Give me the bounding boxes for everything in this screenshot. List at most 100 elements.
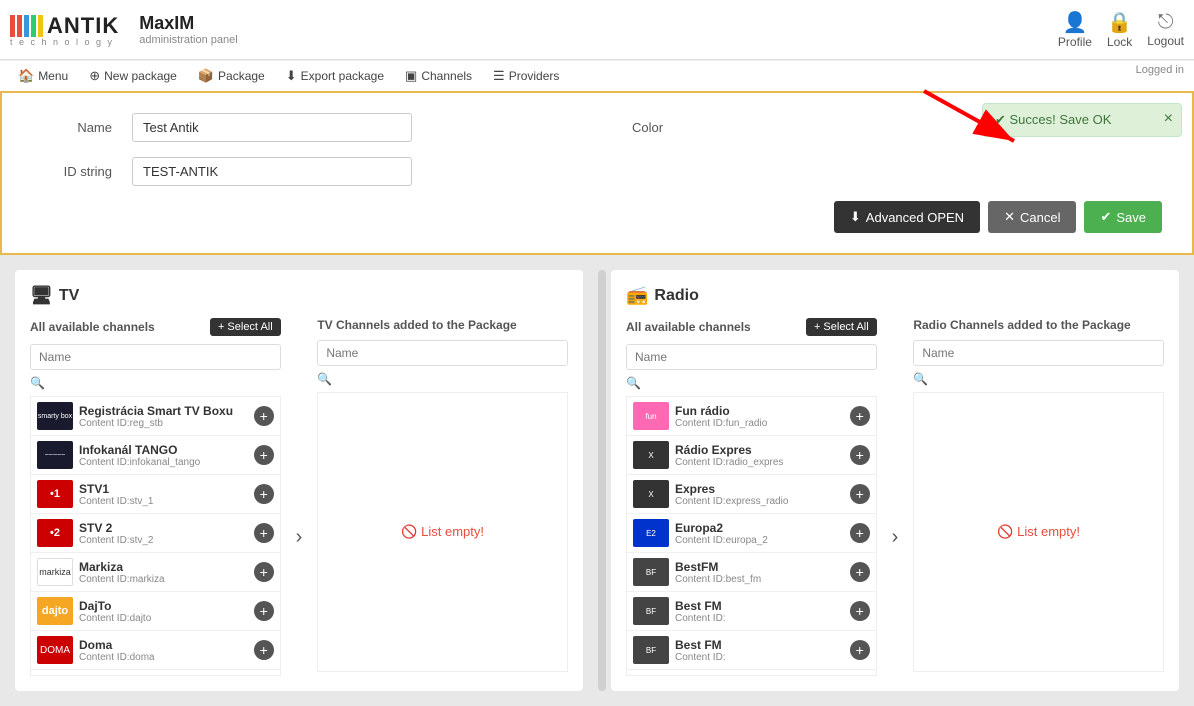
tv-added-search-input[interactable]: [317, 340, 568, 366]
stripe-blue: [24, 15, 29, 37]
radio-select-all-button[interactable]: + Select All: [806, 318, 877, 336]
tv-channel-item[interactable]: •2 STV 2 Content ID:stv_2 +: [31, 514, 280, 553]
radio-search-input[interactable]: [626, 344, 877, 370]
channel-name: DajTo: [79, 599, 248, 613]
add-channel-button[interactable]: +: [254, 640, 274, 660]
radio-channel-item[interactable]: fun Fun rádio Content ID:fun_radio +: [627, 397, 876, 436]
panel-divider: [598, 270, 606, 691]
channel-name: Best FM: [675, 638, 844, 652]
radio-channel-item[interactable]: X Rádio Expres Content ID:radio_expres +: [627, 436, 876, 475]
channel-id: Content ID:radio_expres: [675, 457, 844, 468]
channel-info: Registrácia Smart TV Boxu Content ID:reg…: [79, 404, 248, 429]
tv-divider-arrow[interactable]: ›: [291, 398, 308, 676]
nav-package[interactable]: 📦Package: [190, 64, 273, 88]
nav-menu-label: Menu: [38, 69, 68, 83]
add-channel-button[interactable]: +: [254, 562, 274, 582]
channel-logo: fun: [633, 402, 669, 430]
tv-channel-item[interactable]: JOJ JOJ Content ID:joj +: [31, 670, 280, 676]
radio-channel-item[interactable]: BF Best FM Content ID: +: [627, 592, 876, 631]
app-title-area: MaxIM administration panel: [139, 13, 237, 46]
tv-icon: 🖥: [30, 285, 53, 306]
add-channel-button[interactable]: +: [254, 406, 274, 426]
channel-logo: X: [633, 441, 669, 469]
tv-added-col: TV Channels added to the Package 🔍 🚫 Lis…: [317, 318, 568, 676]
tv-channel-item[interactable]: DOMA Doma Content ID:doma +: [31, 631, 280, 670]
lock-button[interactable]: 🔒 Lock: [1107, 10, 1132, 49]
save-label: Save: [1116, 210, 1146, 225]
radio-channel-item[interactable]: X Expres Content ID:express_radio +: [627, 475, 876, 514]
color-label: Color: [632, 120, 663, 135]
tv-search-input[interactable]: [30, 344, 281, 370]
add-channel-button[interactable]: +: [850, 523, 870, 543]
app-subtitle: administration panel: [139, 34, 237, 46]
tv-channel-item[interactable]: smarty box Registrácia Smart TV Boxu Con…: [31, 397, 280, 436]
add-channel-button[interactable]: +: [850, 640, 870, 660]
channel-name: Best FM: [675, 599, 844, 613]
add-channel-button[interactable]: +: [254, 523, 274, 543]
advanced-label: Advanced OPEN: [866, 210, 964, 225]
radio-channel-item[interactable]: BF BestFM Content ID:bestfm_kosice +: [627, 670, 876, 676]
nav-new-package[interactable]: ⊕New package: [81, 64, 185, 88]
name-input[interactable]: [132, 113, 412, 142]
add-channel-button[interactable]: +: [850, 562, 870, 582]
radio-channel-item[interactable]: BF BestFM Content ID:best_fm +: [627, 553, 876, 592]
advanced-button[interactable]: ⬇ Advanced OPEN: [834, 201, 980, 233]
tv-channel-item[interactable]: dajto DajTo Content ID:dajto +: [31, 592, 280, 631]
channel-info: Doma Content ID:doma: [79, 638, 248, 663]
radio-divider-arrow[interactable]: ›: [887, 398, 904, 676]
nav-menu[interactable]: 🏠 Menu: [10, 64, 76, 88]
radio-channel-item[interactable]: BF Best FM Content ID: +: [627, 631, 876, 670]
home-icon: 🏠: [18, 68, 34, 84]
logout-button[interactable]: ⎋ Logout: [1147, 11, 1184, 48]
app-title: MaxIM: [139, 13, 237, 34]
channel-id: Content ID:stv_2: [79, 535, 248, 546]
radio-panel-inner: All available channels + Select All 🔍 fu…: [626, 318, 1164, 676]
save-button[interactable]: ✔ Save: [1084, 201, 1162, 233]
cancel-button[interactable]: ✕ Cancel: [988, 201, 1076, 233]
tv-panel-inner: All available channels + Select All 🔍 sm…: [30, 318, 568, 676]
channel-name: Infokanál TANGO: [79, 443, 248, 457]
channel-id: Content ID:stv_1: [79, 496, 248, 507]
channel-id: Content ID:markiza: [79, 574, 248, 585]
tv-panel-title: 🖥 TV: [30, 285, 568, 306]
add-channel-button[interactable]: +: [850, 484, 870, 504]
id-string-input[interactable]: [132, 157, 412, 186]
tv-select-all-button[interactable]: + Select All: [210, 318, 281, 336]
channel-logo: BF: [633, 636, 669, 664]
channel-logo: BF: [633, 675, 669, 676]
tv-channel-list[interactable]: smarty box Registrácia Smart TV Boxu Con…: [30, 396, 281, 676]
add-channel-button[interactable]: +: [850, 445, 870, 465]
toast-message: ✔ Succes! Save OK: [995, 112, 1111, 128]
nav-package-label: Package: [218, 69, 265, 83]
channel-info: Markiza Content ID:markiza: [79, 560, 248, 585]
add-channel-button[interactable]: +: [254, 484, 274, 504]
channel-id: Content ID:europa_2: [675, 535, 844, 546]
nav-export-package[interactable]: ⬇Export package: [278, 64, 392, 88]
channel-name: Fun rádio: [675, 404, 844, 418]
radio-added-list: 🚫 List empty!: [913, 392, 1164, 672]
radio-channel-list[interactable]: fun Fun rádio Content ID:fun_radio + X R…: [626, 396, 877, 676]
profile-button[interactable]: 👤 Profile: [1058, 10, 1092, 49]
cancel-label: Cancel: [1020, 210, 1060, 225]
add-channel-button[interactable]: +: [254, 601, 274, 621]
toast-close-button[interactable]: ×: [1164, 110, 1173, 128]
channels-section: 🖥 TV All available channels + Select All…: [0, 255, 1194, 706]
tv-channel-item[interactable]: ~~~~~ Infokanál TANGO Content ID:infokan…: [31, 436, 280, 475]
channel-logo: BF: [633, 558, 669, 586]
add-channel-button[interactable]: +: [850, 601, 870, 621]
tv-channel-item[interactable]: markiza Markiza Content ID:markiza +: [31, 553, 280, 592]
radio-added-search-input[interactable]: [913, 340, 1164, 366]
new-package-icon: ⊕: [89, 68, 100, 84]
radio-channel-item[interactable]: E2 Europa2 Content ID:europa_2 +: [627, 514, 876, 553]
add-channel-button[interactable]: +: [254, 445, 274, 465]
radio-panel-title: 📻 Radio: [626, 285, 1164, 306]
channel-logo: markiza: [37, 558, 73, 586]
stripe-red2: [17, 15, 22, 37]
channel-info: Fun rádio Content ID:fun_radio: [675, 404, 844, 429]
add-channel-button[interactable]: +: [850, 406, 870, 426]
tv-channel-item[interactable]: •1 STV1 Content ID:stv_1 +: [31, 475, 280, 514]
nav-providers[interactable]: ☰Providers: [485, 64, 567, 88]
nav-channels[interactable]: ▣Channels: [397, 64, 480, 88]
channel-logo: E2: [633, 519, 669, 547]
channel-info: STV 2 Content ID:stv_2: [79, 521, 248, 546]
